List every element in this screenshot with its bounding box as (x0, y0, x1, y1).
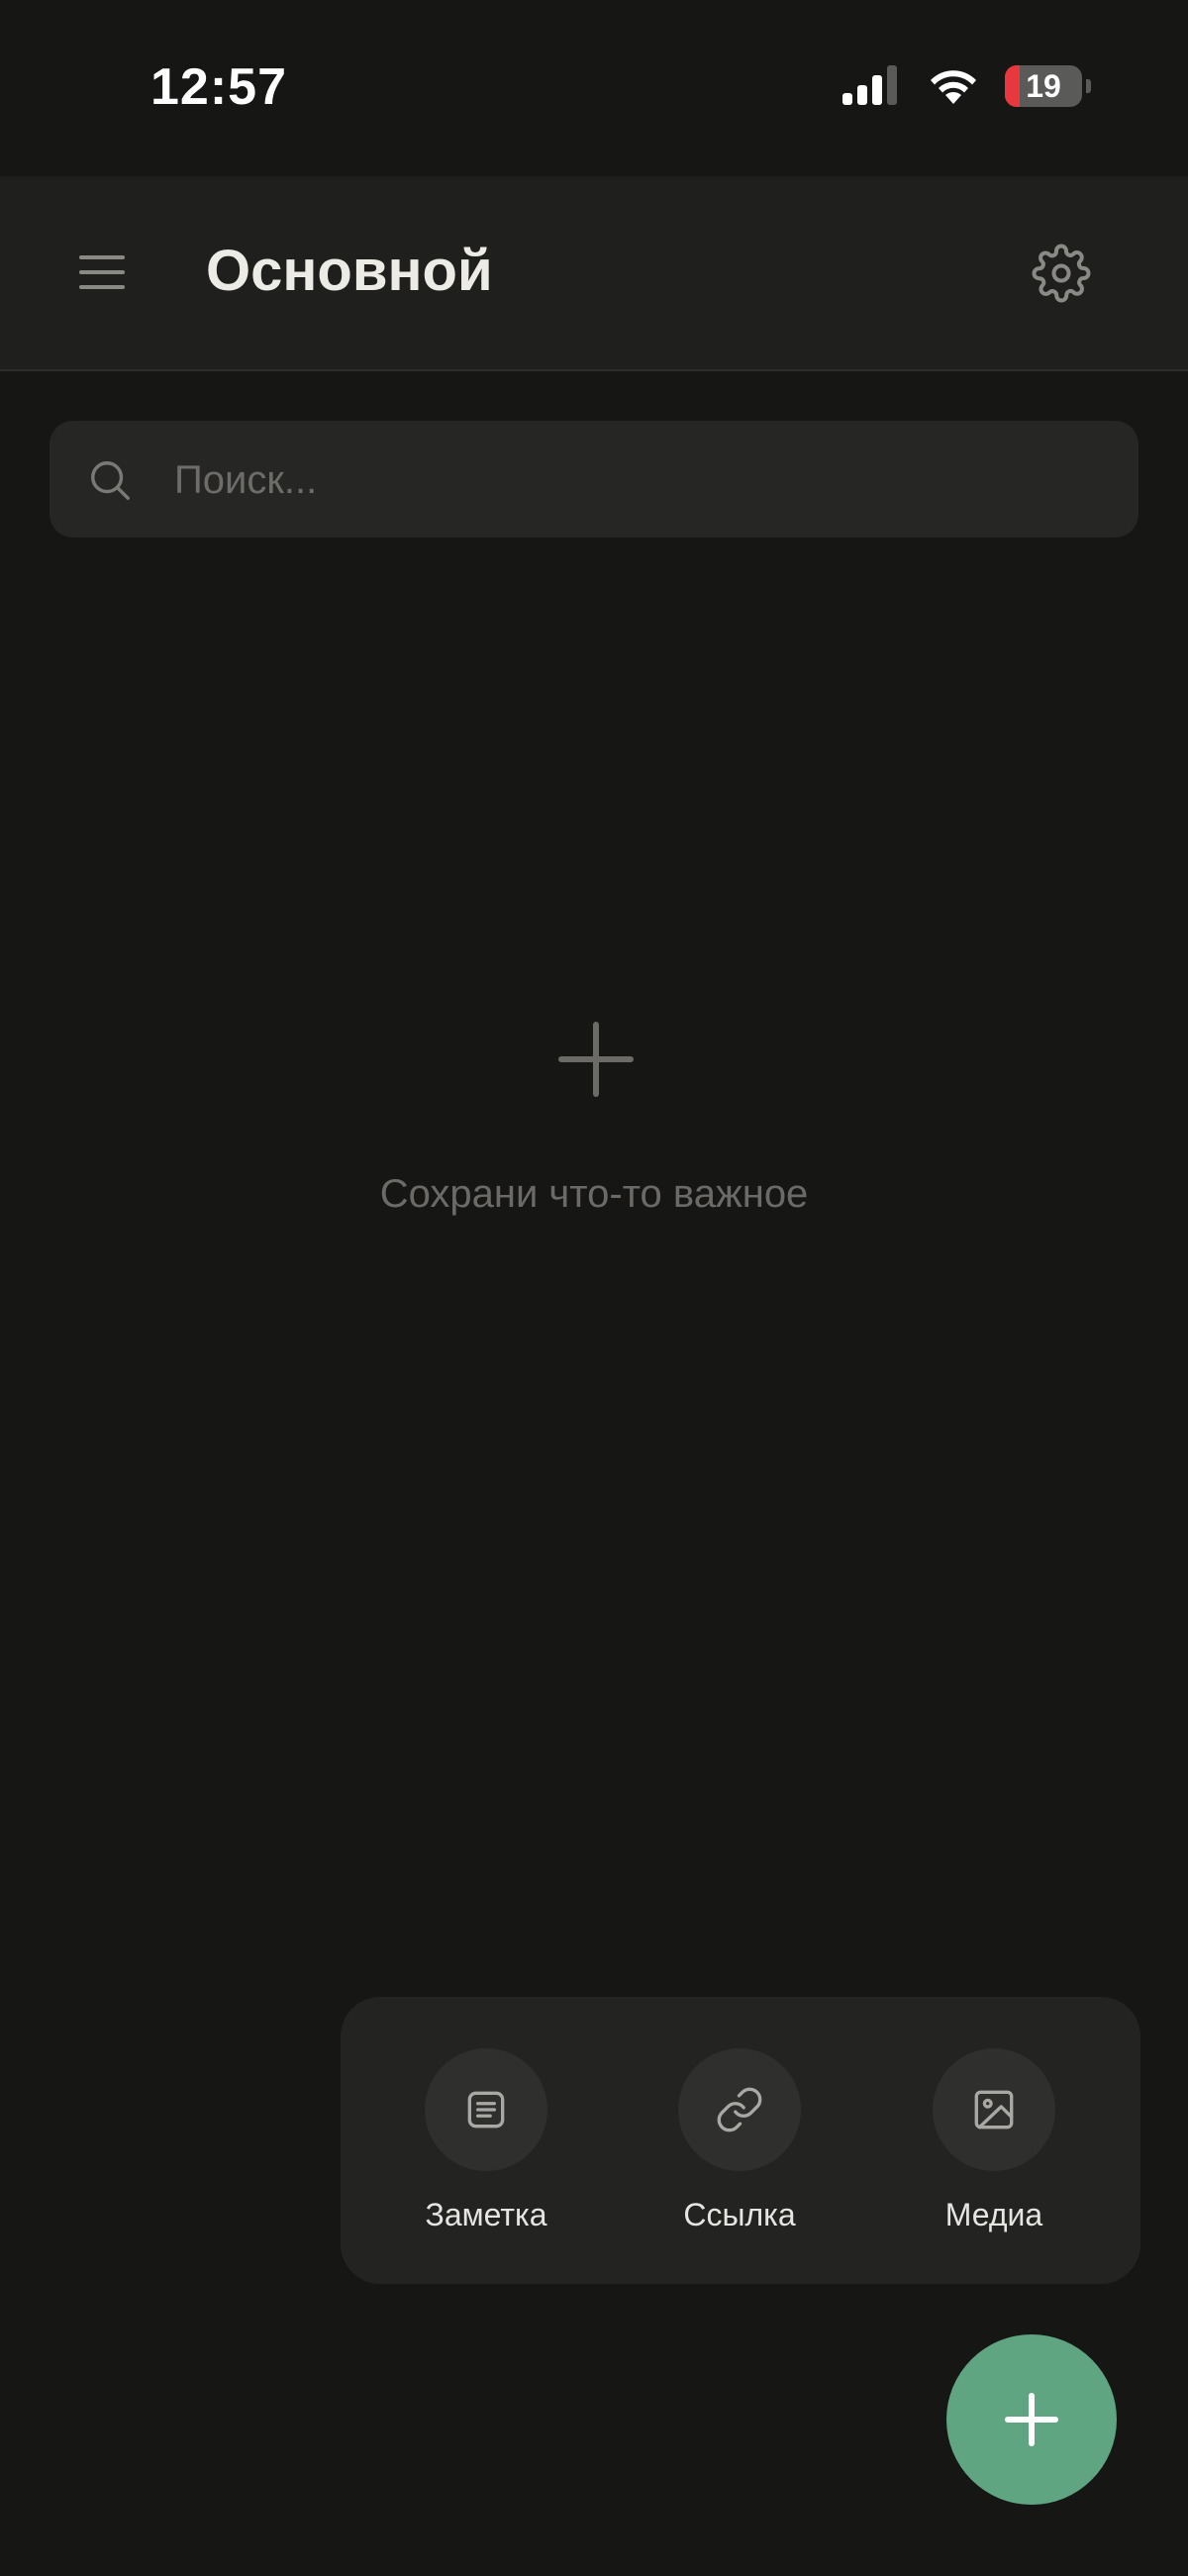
plus-icon (1005, 2393, 1058, 2446)
link-button[interactable] (678, 2048, 801, 2171)
search-input[interactable] (172, 421, 1107, 540)
quick-add-note[interactable]: Заметка (387, 2048, 585, 2233)
wifi-icon (931, 70, 976, 104)
status-icons: 19 (842, 65, 1091, 107)
quick-add-menu: Заметка Ссылка Медиа (341, 1997, 1140, 2284)
empty-state-text: Сохрани что-то важное (379, 1172, 809, 1216)
search-bar[interactable] (50, 421, 1138, 540)
note-icon (467, 2091, 505, 2129)
quick-add-media[interactable]: Медиа (895, 2048, 1093, 2233)
image-icon (974, 2090, 1014, 2130)
battery-level: 19 (1026, 67, 1061, 104)
battery-icon: 19 (1005, 65, 1082, 107)
status-bar: 12:57 19 (0, 0, 1188, 176)
add-button[interactable] (946, 2334, 1117, 2505)
link-label: Ссылка (683, 2197, 796, 2232)
page-title: Основной (206, 239, 493, 303)
battery-fill (1005, 65, 1020, 107)
menu-icon[interactable] (77, 251, 127, 293)
plus-icon (558, 1022, 634, 1097)
signal-icon (842, 65, 897, 105)
note-label: Заметка (425, 2197, 547, 2232)
battery-cap (1086, 79, 1091, 93)
quick-add-link[interactable]: Ссылка (641, 2048, 839, 2233)
app-header: Основной (0, 176, 1188, 371)
status-time: 12:57 (150, 58, 287, 116)
search-icon (91, 461, 130, 500)
link-icon (717, 2087, 762, 2132)
note-button[interactable] (425, 2048, 547, 2171)
media-label: Медиа (944, 2197, 1043, 2232)
gear-icon[interactable] (1032, 244, 1091, 303)
media-button[interactable] (933, 2048, 1055, 2171)
